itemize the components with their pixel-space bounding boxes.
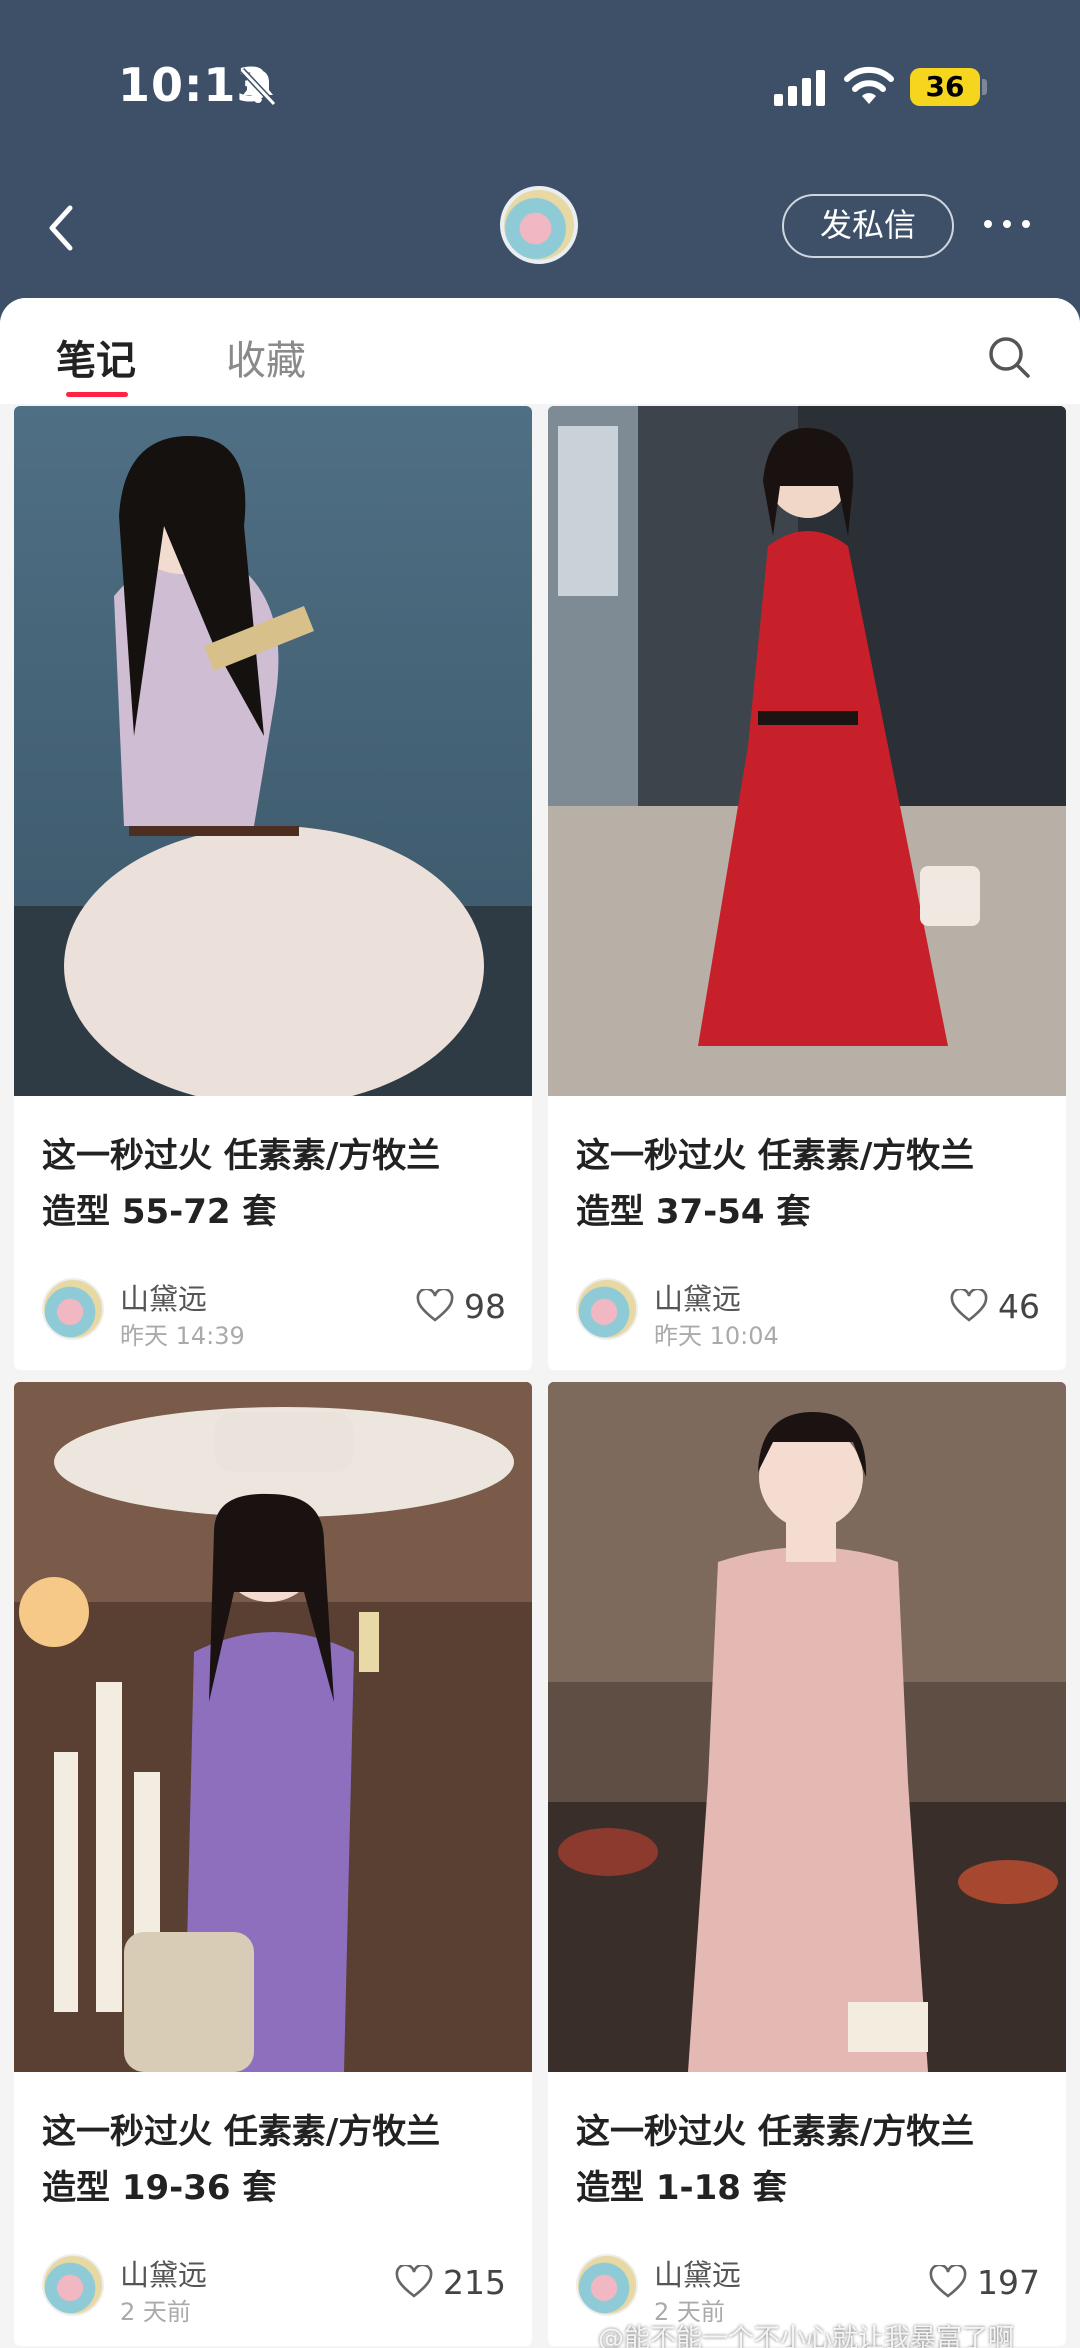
note-card[interactable]: 这一秒过火 任素素/方牧兰 造型 37-54 套 山黛远 昨天 10:04 46: [548, 406, 1066, 1370]
author-name[interactable]: 山黛远: [654, 2252, 741, 2294]
like-button[interactable]: 197: [929, 2262, 1040, 2302]
status-bar: 10:13 36: [0, 0, 1080, 170]
post-time: 昨天 10:04: [654, 1322, 779, 1350]
weibo-watermark: @能不能一个不小心就让我暴富了啊: [598, 2324, 1015, 2348]
tab-notes[interactable]: 笔记: [56, 328, 136, 386]
note-cover-image[interactable]: [548, 406, 1066, 1096]
post-time: 昨天 14:39: [120, 1322, 245, 1350]
author-avatar[interactable]: [576, 1278, 638, 1340]
like-count: 197: [977, 2262, 1040, 2302]
heart-icon: [416, 1289, 454, 1322]
author-avatar[interactable]: [42, 2254, 104, 2316]
heart-icon: [929, 2265, 967, 2298]
note-title-line: 这一秒过火 任素素/方牧兰: [576, 2112, 975, 2152]
author-avatar[interactable]: [576, 2254, 638, 2316]
post-time: 2 天前: [120, 2298, 191, 2326]
note-title-line: 造型 1-18 套: [576, 2168, 787, 2208]
note-title-line: 造型 37-54 套: [576, 1192, 811, 1232]
tab-collections[interactable]: 收藏: [226, 328, 306, 386]
author-name[interactable]: 山黛远: [120, 2252, 207, 2294]
note-card[interactable]: 这一秒过火 任素素/方牧兰 造型 55-72 套 山黛远 昨天 14:39 98: [14, 406, 532, 1370]
profile-avatar[interactable]: [500, 186, 578, 264]
note-title-line: 这一秒过火 任素素/方牧兰: [576, 1136, 975, 1176]
note-title[interactable]: 这一秒过火 任素素/方牧兰 造型 55-72 套: [42, 1128, 512, 1240]
signal-icon: [774, 70, 825, 106]
author-name[interactable]: 山黛远: [120, 1276, 207, 1318]
like-count: 46: [998, 1286, 1040, 1326]
heart-icon: [950, 1289, 988, 1322]
note-title-line: 造型 19-36 套: [42, 2168, 277, 2208]
battery-indicator: 36: [910, 68, 980, 106]
note-title-line: 造型 55-72 套: [42, 1192, 277, 1232]
note-cover-image[interactable]: [14, 1382, 532, 2072]
like-button[interactable]: 46: [950, 1286, 1040, 1326]
search-icon[interactable]: [986, 334, 1032, 380]
note-card[interactable]: 这一秒过火 任素素/方牧兰 造型 19-36 套 山黛远 2 天前 215: [14, 1382, 532, 2346]
note-title[interactable]: 这一秒过火 任素素/方牧兰 造型 1-18 套: [576, 2104, 1046, 2216]
active-tab-indicator: [66, 392, 128, 397]
chevron-left-icon[interactable]: [40, 196, 84, 260]
content-sheet: 笔记 收藏 这一秒过火 任素素/方牧兰 造型 55-72 套 山黛远 昨天 14…: [0, 298, 1080, 2348]
send-message-button[interactable]: 发私信: [782, 194, 954, 258]
profile-nav-bar: 发私信: [0, 170, 1080, 300]
note-cover-image[interactable]: [14, 406, 532, 1096]
more-dots-icon[interactable]: [980, 210, 1034, 240]
bell-off-icon: [239, 67, 277, 107]
note-cover-image[interactable]: [548, 1382, 1066, 2072]
note-title[interactable]: 这一秒过火 任素素/方牧兰 造型 19-36 套: [42, 2104, 512, 2216]
note-title-line: 这一秒过火 任素素/方牧兰: [42, 2112, 441, 2152]
tab-bar: 笔记 收藏: [0, 298, 1080, 404]
author-name[interactable]: 山黛远: [654, 1276, 741, 1318]
note-card[interactable]: 这一秒过火 任素素/方牧兰 造型 1-18 套 山黛远 2 天前 197: [548, 1382, 1066, 2346]
like-count: 98: [464, 1286, 506, 1326]
like-count: 215: [443, 2262, 506, 2302]
note-title[interactable]: 这一秒过火 任素素/方牧兰 造型 37-54 套: [576, 1128, 1046, 1240]
author-avatar[interactable]: [42, 1278, 104, 1340]
heart-icon: [395, 2265, 433, 2298]
note-title-line: 这一秒过火 任素素/方牧兰: [42, 1136, 441, 1176]
battery-cap: [982, 79, 987, 95]
like-button[interactable]: 98: [416, 1286, 506, 1326]
wifi-icon: [844, 66, 894, 104]
like-button[interactable]: 215: [395, 2262, 506, 2302]
